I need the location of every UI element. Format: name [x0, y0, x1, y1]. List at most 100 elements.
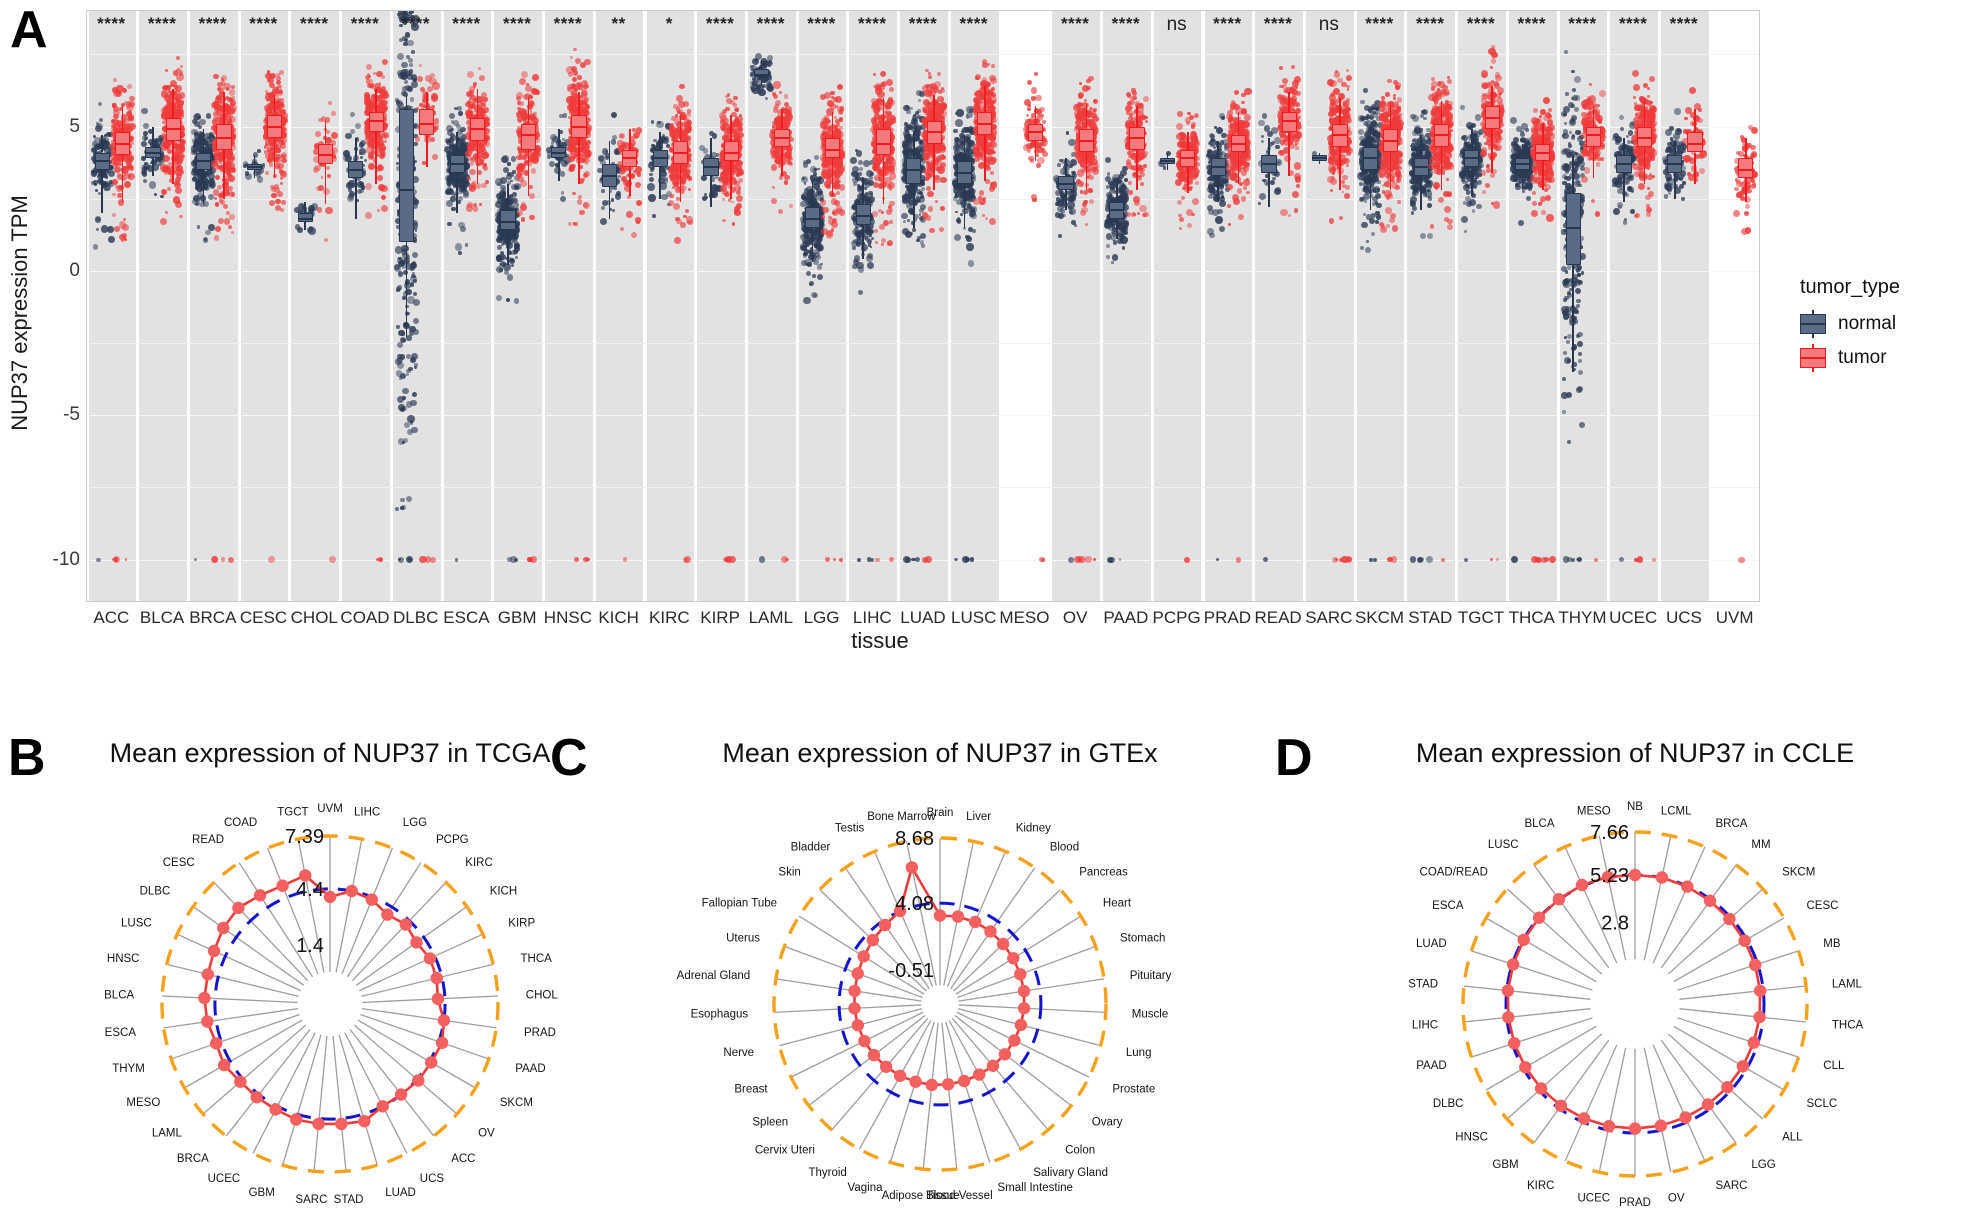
- whisker-upper: [557, 129, 560, 147]
- jitter-point: [636, 171, 642, 177]
- whisker-upper: [375, 88, 377, 113]
- median-line: [774, 137, 790, 140]
- boxplot-normal: [196, 11, 212, 601]
- boxplot-tumor: [774, 11, 790, 601]
- whisker-lower: [781, 146, 783, 176]
- boxplot-normal: [551, 11, 567, 601]
- whisker-upper: [507, 184, 509, 211]
- jitter-point: [484, 180, 489, 184]
- y-gridline-minor: [87, 54, 1759, 56]
- boxplot-tumor: [368, 11, 384, 601]
- jitter-point: [687, 158, 692, 163]
- whisker-upper: [831, 112, 834, 139]
- median-line: [145, 151, 161, 154]
- whisker-upper: [679, 114, 682, 141]
- median-line: [297, 217, 313, 220]
- whisker-lower: [710, 175, 712, 208]
- whisker-lower: [172, 140, 175, 185]
- boxplot-tumor: [469, 11, 486, 601]
- whisker-upper: [223, 91, 225, 124]
- median-line: [267, 125, 283, 128]
- whisker-lower: [760, 77, 763, 87]
- boxplot-normal: [246, 11, 262, 601]
- median-line: [551, 151, 567, 154]
- boxplot-normal: [398, 11, 415, 601]
- boxplot-tumor: [216, 11, 232, 601]
- median-line: [469, 128, 486, 131]
- median-line: [246, 165, 262, 168]
- boxplot-tumor: [571, 11, 587, 601]
- whisker-upper: [456, 132, 459, 156]
- boxplot-tumor: [520, 11, 536, 601]
- whisker-upper: [730, 114, 733, 141]
- boxplot-normal: [348, 11, 364, 601]
- boxplot-normal: [94, 11, 110, 601]
- median-line: [520, 134, 536, 137]
- jitter-point: [738, 143, 743, 148]
- median-line: [723, 151, 739, 154]
- whisker-lower: [527, 149, 530, 196]
- whisker-lower: [557, 158, 560, 182]
- median-line: [165, 128, 181, 131]
- jitter-point: [211, 134, 215, 138]
- median-line: [419, 122, 435, 125]
- boxplot-tumor: [419, 11, 435, 601]
- whisker-lower: [253, 169, 256, 179]
- median-line: [216, 137, 232, 140]
- median-line: [825, 148, 841, 151]
- median-line: [449, 163, 465, 166]
- median-line: [398, 189, 415, 192]
- boxplot-tumor: [622, 11, 638, 601]
- boxplot-tumor: [723, 11, 739, 601]
- boxplot-tumor: [825, 11, 841, 601]
- median-line: [571, 125, 587, 128]
- whisker-lower: [608, 187, 611, 219]
- jitter-point: [586, 149, 591, 154]
- boxplot-tumor: [165, 11, 181, 601]
- median-line: [601, 174, 618, 177]
- y-gridline-minor: [87, 487, 1759, 489]
- y-axis-tick-label: 0: [69, 259, 80, 281]
- jitter-point: [515, 202, 520, 207]
- jitter-point: [433, 118, 439, 124]
- whisker-lower: [628, 166, 631, 196]
- whisker-upper: [324, 120, 327, 144]
- y-axis-tick-label: -5: [63, 404, 80, 426]
- whisker-upper: [710, 138, 712, 159]
- median-line: [672, 151, 689, 154]
- whisker-lower: [426, 135, 428, 167]
- y-gridline-minor: [87, 343, 1759, 345]
- whisker-upper: [781, 109, 783, 130]
- median-line: [754, 73, 770, 76]
- whisker-upper: [760, 60, 763, 69]
- median-line: [368, 119, 384, 122]
- jitter-point: [413, 362, 419, 367]
- median-line: [622, 157, 638, 160]
- whisker-lower: [223, 149, 225, 199]
- whisker-lower: [831, 158, 834, 196]
- jitter-point: [230, 84, 235, 89]
- whisker-lower: [101, 169, 103, 214]
- box: [520, 123, 536, 150]
- boxplot-normal: [652, 11, 668, 601]
- whisker-lower: [476, 140, 479, 185]
- whisker-upper: [101, 135, 103, 153]
- box: [398, 109, 415, 242]
- whisker-lower: [324, 164, 327, 205]
- boxplot-normal: [500, 11, 516, 601]
- jitter-point: [231, 230, 235, 234]
- median-line: [317, 154, 333, 157]
- whisker-lower: [355, 178, 357, 219]
- jitter-point: [464, 242, 469, 247]
- whisker-lower: [202, 169, 205, 205]
- whisker-upper: [172, 88, 175, 118]
- boxplot-normal: [601, 11, 618, 601]
- whisker-upper: [578, 91, 580, 115]
- whisker-upper: [659, 132, 661, 150]
- median-line: [703, 165, 719, 168]
- jitter-point: [261, 163, 266, 167]
- whisker-lower: [456, 172, 459, 214]
- jitter-point: [181, 139, 185, 143]
- boxplot-normal: [804, 11, 820, 601]
- panel-a-boxplot: A NUP37 expression TPM 5 0 -5 -10 tissue tu…: [0, 0, 1965, 660]
